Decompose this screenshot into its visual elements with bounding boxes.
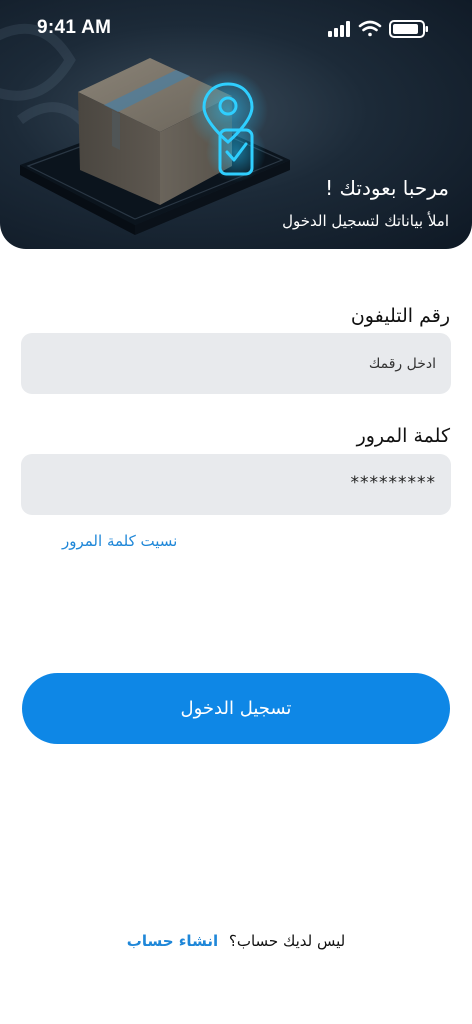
status-time: 9:41 AM bbox=[37, 17, 112, 38]
login-button[interactable]: تسجيل الدخول bbox=[22, 673, 450, 744]
create-account-link[interactable]: انشاء حساب bbox=[127, 932, 218, 950]
wifi-icon bbox=[358, 20, 382, 37]
status-bar: 9:41 AM bbox=[0, 0, 472, 56]
forgot-password-link[interactable]: نسيت كلمة المرور bbox=[62, 532, 177, 550]
phone-field[interactable] bbox=[21, 333, 451, 394]
welcome-title: مرحبا بعودتك ! bbox=[325, 176, 449, 200]
hero-banner: 9:41 AM مرحبا بعودتك ! املأ بياناتك لتسج… bbox=[0, 0, 472, 249]
signup-prompt: ليس لديك حساب؟ انشاء حساب bbox=[0, 932, 472, 950]
signal-icon bbox=[328, 21, 350, 37]
signup-question: ليس لديك حساب؟ bbox=[228, 932, 346, 950]
battery-icon bbox=[389, 20, 428, 38]
status-icons bbox=[328, 20, 428, 38]
password-label: كلمة المرور bbox=[356, 425, 450, 447]
password-field[interactable]: ********* bbox=[21, 454, 451, 515]
phone-input[interactable] bbox=[21, 333, 451, 394]
password-input[interactable]: ********* bbox=[351, 473, 437, 493]
phone-label: رقم التليفون bbox=[350, 305, 450, 327]
welcome-subtitle: املأ بياناتك لتسجيل الدخول bbox=[282, 212, 449, 230]
